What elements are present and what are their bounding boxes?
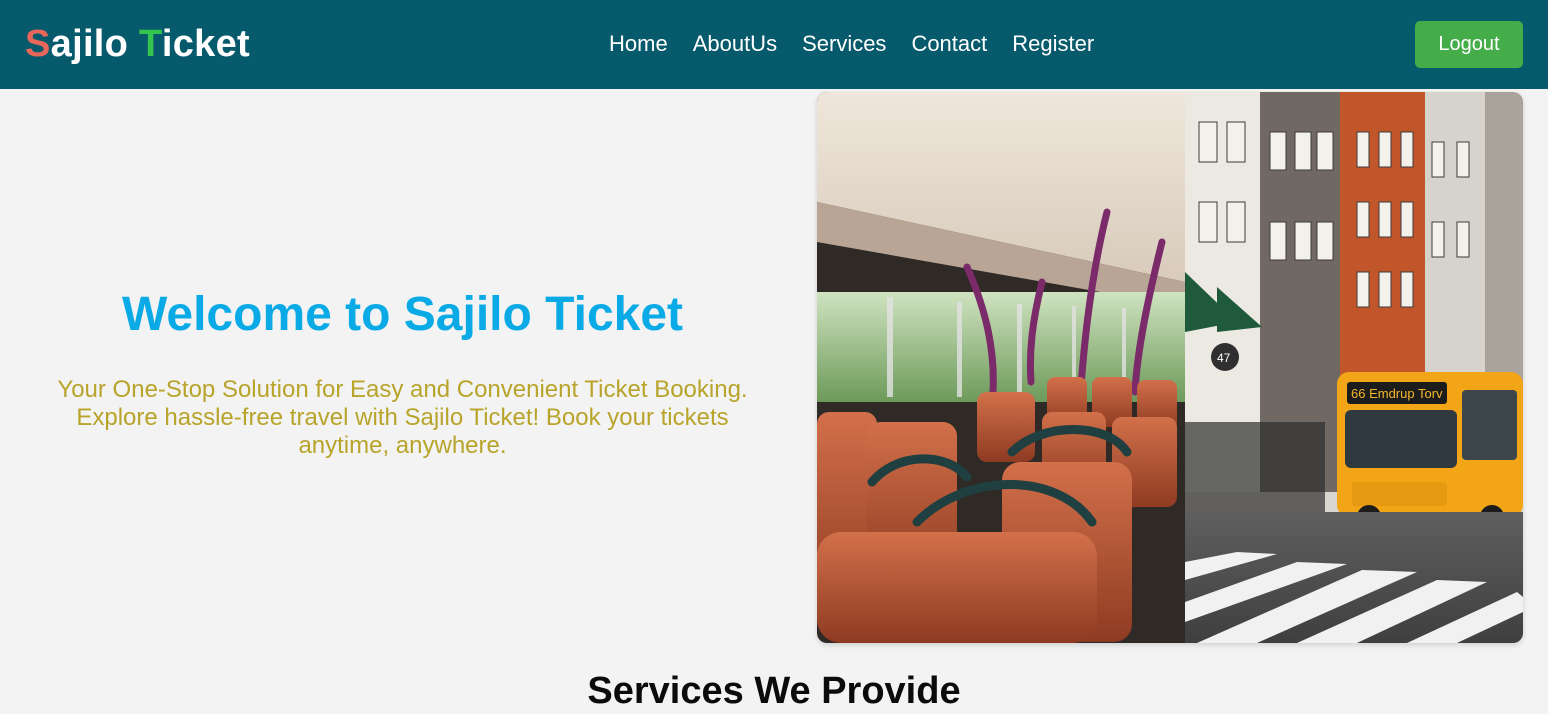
logo-letter-s: S <box>25 23 51 65</box>
brand-logo[interactable]: Sajilo Ticket <box>25 22 250 66</box>
bus-route-sign: 66 Emdrup Torv <box>1351 386 1443 401</box>
hero-title: Welcome to Sajilo Ticket <box>121 288 684 341</box>
bus-interior-photo <box>817 92 1185 643</box>
bus-and-street-photo: 47 66 Emdrup Torv <box>817 92 1523 643</box>
hero-image: 47 66 Emdrup Torv <box>817 92 1523 643</box>
house-number-sign: 47 <box>1217 351 1231 365</box>
nav-aboutus-link[interactable]: AboutUs <box>693 30 777 58</box>
nav-contact-link[interactable]: Contact <box>911 30 987 58</box>
nav-home-link[interactable]: Home <box>609 30 668 58</box>
logo-text-2: icket <box>161 23 250 65</box>
nav-register-link[interactable]: Register <box>1012 30 1094 58</box>
nav-links: Home AboutUs Services Contact Register <box>609 30 1094 58</box>
logo-letter-t: T <box>139 23 162 65</box>
yellow-bus: 66 Emdrup Torv <box>1337 372 1523 529</box>
logo-text-1: ajilo <box>50 23 140 65</box>
logout-button[interactable]: Logout <box>1415 21 1523 68</box>
hero-subtitle: Your One-Stop Solution for Easy and Conv… <box>57 376 748 459</box>
street-bus-photo: 47 66 Emdrup Torv <box>1185 92 1523 643</box>
nav-services-link[interactable]: Services <box>802 30 886 58</box>
navbar: Sajilo Ticket Home AboutUs Services Cont… <box>0 0 1548 89</box>
hero-text-section: Welcome to Sajilo Ticket Your One-Stop S… <box>0 89 805 644</box>
services-section-title: Services We Provide <box>587 670 961 712</box>
